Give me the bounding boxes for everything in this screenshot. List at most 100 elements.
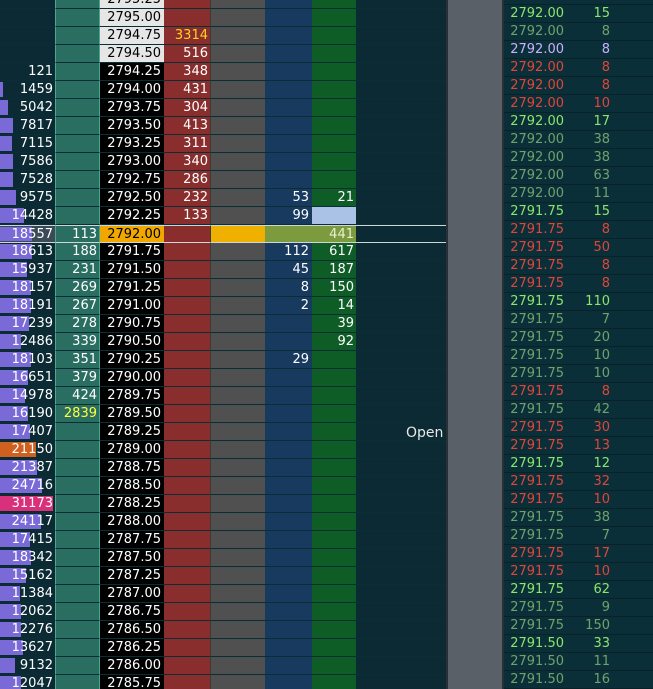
order-cell[interactable] bbox=[210, 603, 265, 621]
bid-size-cell[interactable] bbox=[55, 585, 100, 603]
bid-size-cell[interactable]: 231 bbox=[55, 261, 100, 279]
ask-size-cell[interactable]: 413 bbox=[164, 117, 210, 135]
price-cell[interactable]: 2791.25 bbox=[100, 279, 164, 297]
ask-size-cell[interactable] bbox=[164, 0, 210, 9]
ask-size-cell[interactable] bbox=[164, 477, 210, 495]
order-cell[interactable] bbox=[210, 117, 265, 135]
bid-size-cell[interactable] bbox=[55, 657, 100, 675]
ladder-row[interactable]: 1459 2794.00 431 bbox=[0, 81, 446, 99]
bid-size-cell[interactable] bbox=[55, 675, 100, 689]
bid-size-cell[interactable]: 269 bbox=[55, 279, 100, 297]
price-cell[interactable]: 2789.00 bbox=[100, 441, 164, 459]
ladder-row[interactable]: 24117 2788.00 bbox=[0, 513, 446, 531]
order-cell[interactable] bbox=[210, 27, 265, 45]
bid-size-cell[interactable] bbox=[55, 135, 100, 153]
order-cell[interactable] bbox=[210, 261, 265, 279]
bid-size-cell[interactable] bbox=[55, 639, 100, 657]
ask-size-cell[interactable]: 286 bbox=[164, 171, 210, 189]
ask-size-cell[interactable] bbox=[164, 603, 210, 621]
ask-size-cell[interactable] bbox=[164, 639, 210, 657]
price-cell[interactable]: 2794.00 bbox=[100, 81, 164, 99]
order-cell[interactable] bbox=[210, 99, 265, 117]
ladder-row[interactable]: 21387 2788.75 bbox=[0, 459, 446, 477]
ladder-row[interactable]: 18157 269 2791.25 8 150 bbox=[0, 279, 446, 297]
price-cell[interactable]: 2792.00 bbox=[100, 225, 164, 243]
price-cell[interactable]: 2792.25 bbox=[100, 207, 164, 225]
order-cell[interactable] bbox=[210, 675, 265, 689]
ask-size-cell[interactable] bbox=[164, 531, 210, 549]
ask-size-cell[interactable] bbox=[164, 495, 210, 513]
price-cell[interactable]: 2795.25 bbox=[100, 0, 164, 9]
ladder-row[interactable]: 17415 2787.75 bbox=[0, 531, 446, 549]
order-cell[interactable] bbox=[210, 369, 265, 387]
bid-size-cell[interactable]: 339 bbox=[55, 333, 100, 351]
order-cell[interactable] bbox=[210, 621, 265, 639]
price-cell[interactable]: 2786.50 bbox=[100, 621, 164, 639]
order-cell[interactable] bbox=[210, 405, 265, 423]
ask-size-cell[interactable] bbox=[164, 621, 210, 639]
bid-size-cell[interactable] bbox=[55, 549, 100, 567]
price-cell[interactable]: 2794.50 bbox=[100, 45, 164, 63]
bid-size-cell[interactable] bbox=[55, 63, 100, 81]
ladder-row[interactable]: 2794.50 516 bbox=[0, 45, 446, 63]
price-cell[interactable]: 2791.50 bbox=[100, 261, 164, 279]
price-cell[interactable]: 2793.25 bbox=[100, 135, 164, 153]
order-cell[interactable] bbox=[210, 351, 265, 369]
price-cell[interactable]: 2790.50 bbox=[100, 333, 164, 351]
bid-size-cell[interactable] bbox=[55, 153, 100, 171]
bid-size-cell[interactable]: 424 bbox=[55, 387, 100, 405]
bid-size-cell[interactable] bbox=[55, 477, 100, 495]
price-cell[interactable]: 2791.00 bbox=[100, 297, 164, 315]
bid-size-cell[interactable]: 113 bbox=[55, 225, 100, 243]
bid-size-cell[interactable] bbox=[55, 567, 100, 585]
price-cell[interactable]: 2786.00 bbox=[100, 657, 164, 675]
price-cell[interactable]: 2794.25 bbox=[100, 63, 164, 81]
ladder-row[interactable]: 2795.25 bbox=[0, 0, 446, 9]
ask-size-cell[interactable] bbox=[164, 9, 210, 27]
bid-size-cell[interactable]: 2839 bbox=[55, 405, 100, 423]
ask-size-cell[interactable] bbox=[164, 441, 210, 459]
price-cell[interactable]: 2787.00 bbox=[100, 585, 164, 603]
ask-size-cell[interactable]: 232 bbox=[164, 189, 210, 207]
order-cell[interactable] bbox=[210, 567, 265, 585]
ask-size-cell[interactable]: 3314 bbox=[164, 27, 210, 45]
ask-size-cell[interactable] bbox=[164, 369, 210, 387]
ladder-row[interactable]: 31173 2788.25 bbox=[0, 495, 446, 513]
ladder-row[interactable]: 18342 2787.50 bbox=[0, 549, 446, 567]
price-cell[interactable]: 2795.00 bbox=[100, 9, 164, 27]
ladder-row[interactable]: 7817 2793.50 413 bbox=[0, 117, 446, 135]
bid-size-cell[interactable] bbox=[55, 459, 100, 477]
ask-size-cell[interactable] bbox=[164, 423, 210, 441]
ladder-row[interactable]: 17407 2789.25 bbox=[0, 423, 446, 441]
bid-size-cell[interactable] bbox=[55, 531, 100, 549]
order-cell[interactable] bbox=[210, 0, 265, 9]
ladder-row[interactable]: 21150 2789.00 bbox=[0, 441, 446, 459]
price-cell[interactable]: 2789.50 bbox=[100, 405, 164, 423]
price-cell[interactable]: 2793.50 bbox=[100, 117, 164, 135]
order-cell[interactable] bbox=[210, 315, 265, 333]
order-cell[interactable] bbox=[210, 441, 265, 459]
price-cell[interactable]: 2789.25 bbox=[100, 423, 164, 441]
ask-size-cell[interactable] bbox=[164, 405, 210, 423]
ask-size-cell[interactable] bbox=[164, 585, 210, 603]
ask-size-cell[interactable] bbox=[164, 333, 210, 351]
price-cell[interactable]: 2787.25 bbox=[100, 567, 164, 585]
ask-size-cell[interactable] bbox=[164, 567, 210, 585]
order-cell[interactable] bbox=[210, 513, 265, 531]
ladder-row[interactable]: 7586 2793.00 340 bbox=[0, 153, 446, 171]
price-cell[interactable]: 2787.75 bbox=[100, 531, 164, 549]
order-cell[interactable] bbox=[210, 531, 265, 549]
ladder-row[interactable]: 9132 2786.00 bbox=[0, 657, 446, 675]
price-cell[interactable]: 2787.50 bbox=[100, 549, 164, 567]
ask-size-cell[interactable] bbox=[164, 549, 210, 567]
order-cell[interactable] bbox=[210, 9, 265, 27]
order-cell[interactable] bbox=[210, 423, 265, 441]
ask-size-cell[interactable]: 133 bbox=[164, 207, 210, 225]
price-cell[interactable]: 2786.25 bbox=[100, 639, 164, 657]
ladder-row[interactable]: 17239 278 2790.75 39 bbox=[0, 315, 446, 333]
price-cell[interactable]: 2792.75 bbox=[100, 171, 164, 189]
ladder-row[interactable]: 5042 2793.75 304 bbox=[0, 99, 446, 117]
ladder-row[interactable]: 121 2794.25 348 bbox=[0, 63, 446, 81]
ask-size-cell[interactable] bbox=[164, 657, 210, 675]
order-cell[interactable] bbox=[210, 495, 265, 513]
